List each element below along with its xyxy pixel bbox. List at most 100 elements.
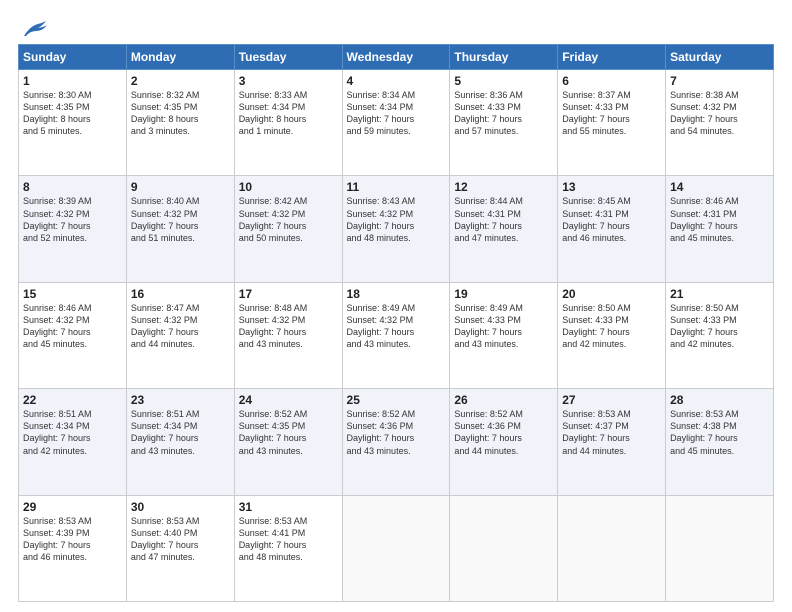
calendar-cell: 19Sunrise: 8:49 AMSunset: 4:33 PMDayligh…: [450, 282, 558, 388]
day-info: Sunrise: 8:33 AMSunset: 4:34 PMDaylight:…: [239, 89, 338, 138]
calendar-cell: 30Sunrise: 8:53 AMSunset: 4:40 PMDayligh…: [126, 495, 234, 601]
day-number: 16: [131, 287, 230, 301]
day-info: Sunrise: 8:48 AMSunset: 4:32 PMDaylight:…: [239, 302, 338, 351]
calendar-cell: 6Sunrise: 8:37 AMSunset: 4:33 PMDaylight…: [558, 70, 666, 176]
day-number: 24: [239, 393, 338, 407]
day-number: 28: [670, 393, 769, 407]
calendar-cell: 3Sunrise: 8:33 AMSunset: 4:34 PMDaylight…: [234, 70, 342, 176]
calendar-week-row: 1Sunrise: 8:30 AMSunset: 4:35 PMDaylight…: [19, 70, 774, 176]
day-number: 11: [347, 180, 446, 194]
day-info: Sunrise: 8:46 AMSunset: 4:31 PMDaylight:…: [670, 195, 769, 244]
day-number: 10: [239, 180, 338, 194]
day-info: Sunrise: 8:38 AMSunset: 4:32 PMDaylight:…: [670, 89, 769, 138]
day-header-sunday: Sunday: [19, 45, 127, 70]
calendar-cell: 13Sunrise: 8:45 AMSunset: 4:31 PMDayligh…: [558, 176, 666, 282]
day-info: Sunrise: 8:51 AMSunset: 4:34 PMDaylight:…: [23, 408, 122, 457]
calendar-week-row: 29Sunrise: 8:53 AMSunset: 4:39 PMDayligh…: [19, 495, 774, 601]
calendar-cell: 27Sunrise: 8:53 AMSunset: 4:37 PMDayligh…: [558, 389, 666, 495]
day-header-friday: Friday: [558, 45, 666, 70]
calendar-cell: 15Sunrise: 8:46 AMSunset: 4:32 PMDayligh…: [19, 282, 127, 388]
day-number: 20: [562, 287, 661, 301]
calendar-cell: 11Sunrise: 8:43 AMSunset: 4:32 PMDayligh…: [342, 176, 450, 282]
calendar-cell: 2Sunrise: 8:32 AMSunset: 4:35 PMDaylight…: [126, 70, 234, 176]
day-number: 18: [347, 287, 446, 301]
day-info: Sunrise: 8:53 AMSunset: 4:41 PMDaylight:…: [239, 515, 338, 564]
day-number: 30: [131, 500, 230, 514]
day-number: 27: [562, 393, 661, 407]
day-info: Sunrise: 8:53 AMSunset: 4:38 PMDaylight:…: [670, 408, 769, 457]
calendar-cell: 18Sunrise: 8:49 AMSunset: 4:32 PMDayligh…: [342, 282, 450, 388]
day-number: 23: [131, 393, 230, 407]
day-header-saturday: Saturday: [666, 45, 774, 70]
day-number: 2: [131, 74, 230, 88]
day-info: Sunrise: 8:39 AMSunset: 4:32 PMDaylight:…: [23, 195, 122, 244]
day-number: 26: [454, 393, 553, 407]
calendar-cell: [342, 495, 450, 601]
calendar-cell: 31Sunrise: 8:53 AMSunset: 4:41 PMDayligh…: [234, 495, 342, 601]
day-number: 5: [454, 74, 553, 88]
calendar-cell: 4Sunrise: 8:34 AMSunset: 4:34 PMDaylight…: [342, 70, 450, 176]
day-info: Sunrise: 8:40 AMSunset: 4:32 PMDaylight:…: [131, 195, 230, 244]
day-number: 9: [131, 180, 230, 194]
day-info: Sunrise: 8:44 AMSunset: 4:31 PMDaylight:…: [454, 195, 553, 244]
calendar-cell: 5Sunrise: 8:36 AMSunset: 4:33 PMDaylight…: [450, 70, 558, 176]
day-number: 13: [562, 180, 661, 194]
day-info: Sunrise: 8:42 AMSunset: 4:32 PMDaylight:…: [239, 195, 338, 244]
day-info: Sunrise: 8:47 AMSunset: 4:32 PMDaylight:…: [131, 302, 230, 351]
calendar-cell: 12Sunrise: 8:44 AMSunset: 4:31 PMDayligh…: [450, 176, 558, 282]
calendar-cell: 7Sunrise: 8:38 AMSunset: 4:32 PMDaylight…: [666, 70, 774, 176]
calendar-cell: 23Sunrise: 8:51 AMSunset: 4:34 PMDayligh…: [126, 389, 234, 495]
day-number: 25: [347, 393, 446, 407]
calendar-table: SundayMondayTuesdayWednesdayThursdayFrid…: [18, 44, 774, 602]
calendar-cell: 9Sunrise: 8:40 AMSunset: 4:32 PMDaylight…: [126, 176, 234, 282]
day-info: Sunrise: 8:52 AMSunset: 4:36 PMDaylight:…: [347, 408, 446, 457]
calendar-cell: 24Sunrise: 8:52 AMSunset: 4:35 PMDayligh…: [234, 389, 342, 495]
day-number: 29: [23, 500, 122, 514]
day-info: Sunrise: 8:32 AMSunset: 4:35 PMDaylight:…: [131, 89, 230, 138]
day-number: 17: [239, 287, 338, 301]
day-info: Sunrise: 8:43 AMSunset: 4:32 PMDaylight:…: [347, 195, 446, 244]
day-info: Sunrise: 8:52 AMSunset: 4:35 PMDaylight:…: [239, 408, 338, 457]
day-info: Sunrise: 8:53 AMSunset: 4:40 PMDaylight:…: [131, 515, 230, 564]
day-header-thursday: Thursday: [450, 45, 558, 70]
day-info: Sunrise: 8:37 AMSunset: 4:33 PMDaylight:…: [562, 89, 661, 138]
day-info: Sunrise: 8:46 AMSunset: 4:32 PMDaylight:…: [23, 302, 122, 351]
calendar-cell: [558, 495, 666, 601]
day-number: 14: [670, 180, 769, 194]
day-header-tuesday: Tuesday: [234, 45, 342, 70]
calendar-week-row: 15Sunrise: 8:46 AMSunset: 4:32 PMDayligh…: [19, 282, 774, 388]
calendar-cell: 16Sunrise: 8:47 AMSunset: 4:32 PMDayligh…: [126, 282, 234, 388]
day-number: 15: [23, 287, 122, 301]
day-number: 6: [562, 74, 661, 88]
day-info: Sunrise: 8:30 AMSunset: 4:35 PMDaylight:…: [23, 89, 122, 138]
day-number: 3: [239, 74, 338, 88]
calendar-cell: 29Sunrise: 8:53 AMSunset: 4:39 PMDayligh…: [19, 495, 127, 601]
calendar-cell: [450, 495, 558, 601]
day-info: Sunrise: 8:50 AMSunset: 4:33 PMDaylight:…: [670, 302, 769, 351]
day-info: Sunrise: 8:49 AMSunset: 4:33 PMDaylight:…: [454, 302, 553, 351]
calendar-cell: 28Sunrise: 8:53 AMSunset: 4:38 PMDayligh…: [666, 389, 774, 495]
calendar-cell: 20Sunrise: 8:50 AMSunset: 4:33 PMDayligh…: [558, 282, 666, 388]
day-number: 1: [23, 74, 122, 88]
day-number: 22: [23, 393, 122, 407]
calendar-cell: 10Sunrise: 8:42 AMSunset: 4:32 PMDayligh…: [234, 176, 342, 282]
day-number: 21: [670, 287, 769, 301]
calendar-cell: 21Sunrise: 8:50 AMSunset: 4:33 PMDayligh…: [666, 282, 774, 388]
day-info: Sunrise: 8:53 AMSunset: 4:39 PMDaylight:…: [23, 515, 122, 564]
calendar-cell: 1Sunrise: 8:30 AMSunset: 4:35 PMDaylight…: [19, 70, 127, 176]
calendar-cell: 26Sunrise: 8:52 AMSunset: 4:36 PMDayligh…: [450, 389, 558, 495]
calendar-cell: 8Sunrise: 8:39 AMSunset: 4:32 PMDaylight…: [19, 176, 127, 282]
calendar-header-row: SundayMondayTuesdayWednesdayThursdayFrid…: [19, 45, 774, 70]
calendar-cell: [666, 495, 774, 601]
logo-bird-icon: [20, 18, 48, 40]
day-number: 7: [670, 74, 769, 88]
header: [18, 18, 774, 36]
day-info: Sunrise: 8:49 AMSunset: 4:32 PMDaylight:…: [347, 302, 446, 351]
day-info: Sunrise: 8:51 AMSunset: 4:34 PMDaylight:…: [131, 408, 230, 457]
calendar-cell: 22Sunrise: 8:51 AMSunset: 4:34 PMDayligh…: [19, 389, 127, 495]
day-number: 31: [239, 500, 338, 514]
day-number: 19: [454, 287, 553, 301]
calendar-week-row: 8Sunrise: 8:39 AMSunset: 4:32 PMDaylight…: [19, 176, 774, 282]
day-info: Sunrise: 8:52 AMSunset: 4:36 PMDaylight:…: [454, 408, 553, 457]
calendar-cell: 25Sunrise: 8:52 AMSunset: 4:36 PMDayligh…: [342, 389, 450, 495]
